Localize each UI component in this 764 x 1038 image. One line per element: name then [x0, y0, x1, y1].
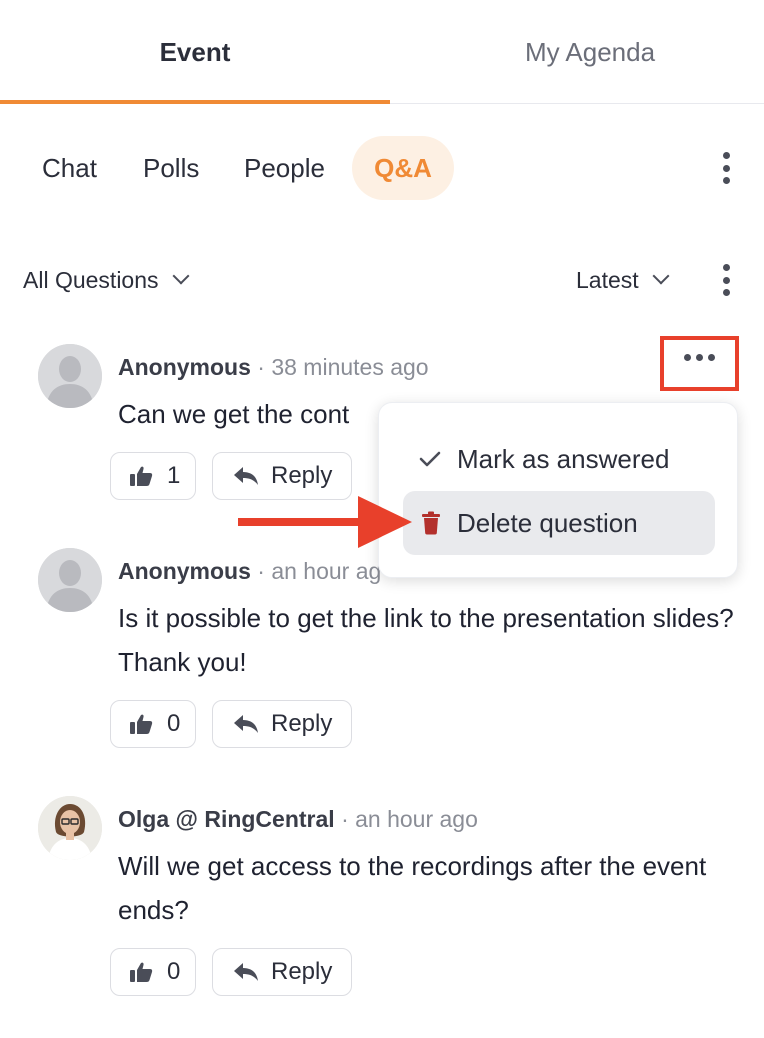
arrow-pointer-icon: [238, 496, 412, 548]
question-time: · 38 minutes ago: [257, 354, 429, 380]
avatar: [38, 344, 102, 408]
sub-tabs: Chat Polls People Q&A: [0, 136, 764, 200]
reply-icon: [234, 715, 258, 733]
question-header: Anonymous · an hour ag: [118, 558, 381, 585]
delete-question-label: Delete question: [457, 507, 638, 538]
tab-my-agenda[interactable]: My Agenda: [390, 0, 764, 104]
question-header: Anonymous · 38 minutes ago: [118, 354, 429, 381]
thumbs-up-icon: [130, 466, 153, 486]
like-count: 0: [167, 710, 181, 737]
reply-button[interactable]: Reply: [212, 700, 352, 748]
thumbs-up-icon: [130, 714, 153, 734]
trash-icon: [422, 511, 440, 535]
more-vertical-icon[interactable]: [720, 264, 732, 296]
sort-label: Latest: [576, 266, 639, 293]
reply-icon: [234, 467, 258, 485]
user-photo-icon: [38, 796, 102, 860]
question-author: Anonymous: [118, 558, 251, 584]
questions-filter-label: All Questions: [23, 266, 159, 293]
tab-polls[interactable]: Polls: [143, 136, 199, 200]
tab-qa[interactable]: Q&A: [352, 136, 454, 200]
user-placeholder-icon: [38, 344, 102, 408]
more-vertical-icon[interactable]: [720, 152, 732, 184]
tab-people[interactable]: People: [244, 136, 325, 200]
question-time: · an hour ago: [341, 806, 478, 832]
user-placeholder-icon: [38, 548, 102, 612]
chevron-down-icon: [652, 267, 670, 285]
reply-label: Reply: [271, 462, 333, 489]
top-tabs: Event My Agenda: [0, 0, 764, 104]
chevron-down-icon: [172, 267, 190, 285]
reply-button[interactable]: Reply: [212, 948, 352, 996]
avatar: [38, 548, 102, 612]
tab-event[interactable]: Event: [0, 0, 390, 104]
delete-question-item[interactable]: Delete question: [403, 491, 715, 555]
like-count: 0: [167, 958, 181, 985]
like-button[interactable]: 1: [110, 452, 196, 500]
like-button[interactable]: 0: [110, 948, 196, 996]
sort-dropdown[interactable]: Latest: [576, 262, 670, 298]
question-text: Is it possible to get the link to the pr…: [118, 603, 734, 677]
question-time: · an hour ag: [257, 558, 382, 584]
reply-icon: [234, 963, 258, 981]
check-icon: [419, 451, 441, 467]
reply-label: Reply: [271, 958, 333, 985]
questions-filter-dropdown[interactable]: All Questions: [23, 262, 190, 298]
avatar: [38, 796, 102, 860]
like-count: 1: [167, 462, 181, 489]
mark-as-answered-item[interactable]: Mark as answered: [403, 427, 715, 491]
question-more-button[interactable]: [660, 336, 739, 391]
question-context-menu: Mark as answered Delete question: [378, 402, 738, 578]
thumbs-up-icon: [130, 962, 153, 982]
mark-as-answered-label: Mark as answered: [457, 443, 670, 474]
active-tab-indicator: [0, 100, 390, 104]
like-button[interactable]: 0: [110, 700, 196, 748]
tab-chat[interactable]: Chat: [42, 136, 97, 200]
question-header: Olga @ RingCentral · an hour ago: [118, 806, 478, 833]
question-author: Anonymous: [118, 354, 251, 380]
question-author: Olga @ RingCentral: [118, 806, 335, 832]
question-text: Will we get access to the recordings aft…: [118, 851, 707, 925]
reply-label: Reply: [271, 710, 333, 737]
